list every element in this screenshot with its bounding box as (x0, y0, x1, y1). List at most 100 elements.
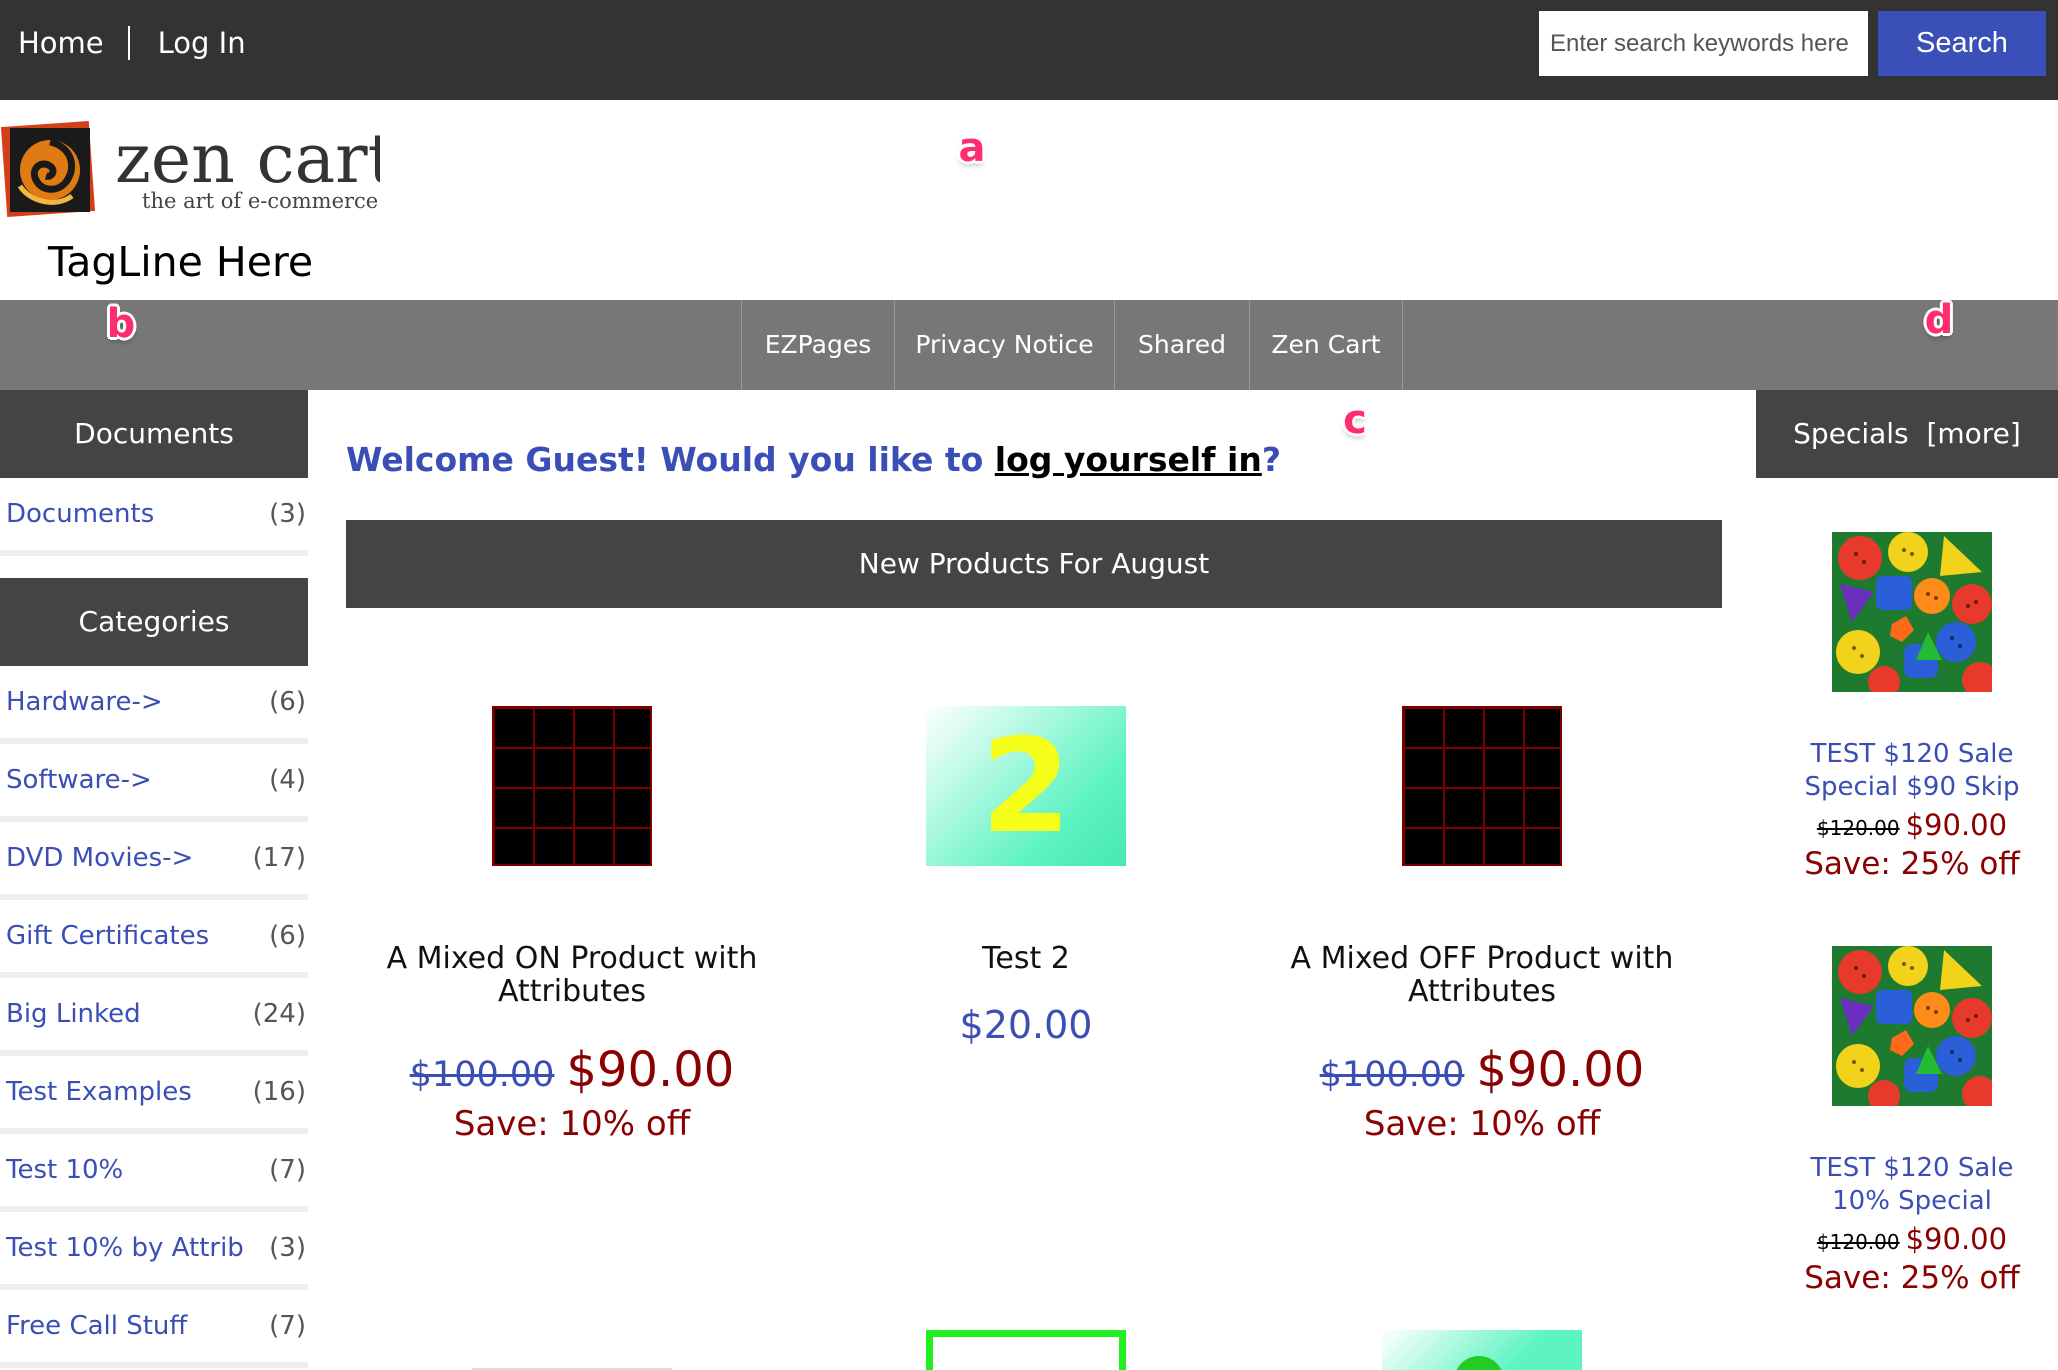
sidebar-item-free-call-stuff[interactable]: Free Call Stuff (7) (0, 1290, 308, 1368)
product-card-test-2: Test 2 $20.00 (806, 942, 1246, 1047)
product-savings: Save: 10% off (453, 1104, 691, 1144)
sidebar-item-software[interactable]: Software-> (4) (0, 744, 308, 822)
product-savings: Save: 10% off (1363, 1104, 1601, 1144)
nav-divider (127, 26, 130, 60)
product-price: $20.00 (959, 1003, 1093, 1047)
sidebar-item-test-10-by-attrib[interactable]: Test 10% by Attrib (3) (0, 1212, 308, 1290)
product-name[interactable]: Test 2 (806, 942, 1246, 975)
product-image-digit: 2 (980, 710, 1072, 862)
product-sale-price: $90.00 (1476, 1042, 1645, 1098)
welcome-message: Welcome Guest! Would you like to log you… (346, 440, 1281, 479)
special-name-line2[interactable]: 10% Special (1756, 1185, 2058, 1218)
sidebar-item-count: (3) (269, 1233, 306, 1263)
product-name-line1[interactable]: A Mixed ON Product with (352, 942, 792, 975)
sidebar-item-gift-certificates[interactable]: Gift Certificates (6) (0, 900, 308, 978)
login-prompt-link[interactable]: log yourself in (995, 440, 1262, 479)
login-link[interactable]: Log In (158, 26, 246, 60)
special-item-2: TEST $120 Sale 10% Special $120.00 $90.00… (1756, 1152, 2058, 1296)
product-name[interactable]: A Mixed ON Product with Attributes (352, 942, 792, 1008)
logo-subtext: the art of e-commerce (142, 189, 378, 213)
special-old-price: $120.00 (1816, 816, 1900, 840)
navbar-item-ezpages[interactable]: EZPages (741, 300, 894, 390)
sidebar-item-count: (7) (269, 1155, 306, 1185)
product-price: $100.00 $90.00 (1262, 1042, 1702, 1098)
sidebar-item-test-examples[interactable]: Test Examples (16) (0, 1056, 308, 1134)
special-name-line1[interactable]: TEST $120 Sale (1756, 738, 2058, 771)
home-link[interactable]: Home (18, 26, 104, 60)
sidebar-item-count: (24) (252, 999, 306, 1029)
top-nav: Home Log In (18, 26, 246, 60)
sidebar-item-label[interactable]: Software-> (6, 765, 152, 795)
sidebar-item-test-10[interactable]: Test 10% (7) (0, 1134, 308, 1212)
specials-more-link[interactable]: [more] (1926, 417, 2020, 450)
product-image-partial[interactable] (1382, 1330, 1582, 1370)
sidebar-item-label[interactable]: Free Call Stuff (6, 1311, 187, 1341)
specials-box-heading: Specials [more] (1756, 390, 2058, 478)
sidebar-item-count: (17) (252, 843, 306, 873)
logo-text: zen cart (115, 120, 380, 199)
top-bar: Home Log In Search (0, 0, 2058, 100)
ezpages-navbar: EZPages Privacy Notice Shared Zen Cart (0, 300, 2058, 390)
sidebar-item-count: (3) (269, 499, 306, 529)
special-sale-price: $90.00 (1905, 808, 2008, 842)
special-old-price: $120.00 (1816, 1230, 1900, 1254)
special-price: $120.00 $90.00 (1756, 808, 2058, 842)
sidebar-item-count: (16) (252, 1077, 306, 1107)
sidebar-item-label[interactable]: Big Linked (6, 999, 141, 1029)
sidebar-item-hardware[interactable]: Hardware-> (6) (0, 666, 308, 744)
special-savings: Save: 25% off (1804, 846, 2020, 882)
product-price: $100.00 $90.00 (352, 1042, 792, 1098)
product-name-line2[interactable]: Attributes (1262, 975, 1702, 1008)
sidebar-item-label[interactable]: Test 10% (6, 1155, 123, 1185)
categories-box-heading: Categories (0, 578, 308, 666)
special-name[interactable]: TEST $120 Sale Special $90 Skip (1756, 738, 2058, 804)
special-sale-price: $90.00 (1905, 1222, 2008, 1256)
sidebar-item-documents[interactable]: Documents (3) (0, 478, 308, 556)
special-name-line2[interactable]: Special $90 Skip (1756, 771, 2058, 804)
product-image-mixed-off[interactable] (1402, 706, 1562, 866)
search-button[interactable]: Search (1878, 11, 2046, 76)
buttons-picture (1832, 946, 1992, 1106)
welcome-text: Welcome Guest! Would you like to (346, 440, 995, 479)
special-image-buttons[interactable] (1832, 946, 1992, 1106)
tagline: TagLine Here (48, 238, 314, 286)
product-name-line2[interactable]: Attributes (352, 975, 792, 1008)
sidebar-item-label[interactable]: Test 10% by Attrib (6, 1233, 244, 1263)
sidebar-item-count: (7) (269, 1311, 306, 1341)
sidebar-item-big-linked[interactable]: Big Linked (24) (0, 978, 308, 1056)
product-image-partial[interactable] (926, 1330, 1126, 1370)
sidebar-item-count: (6) (269, 921, 306, 951)
annotation-marker-c: c (1343, 397, 1367, 443)
special-name[interactable]: TEST $120 Sale 10% Special (1756, 1152, 2058, 1218)
product-image-test-2[interactable]: 2 (926, 706, 1126, 866)
sidebar-item-dvd-movies[interactable]: DVD Movies-> (17) (0, 822, 308, 900)
documents-box-heading: Documents (0, 390, 308, 478)
sidebar-item-label[interactable]: Documents (6, 499, 154, 529)
sidebar-item-label[interactable]: DVD Movies-> (6, 843, 193, 873)
navbar-item-zen-cart[interactable]: Zen Cart (1249, 300, 1403, 390)
specials-title: Specials (1793, 417, 1909, 450)
product-image-digit-shape (1454, 1356, 1504, 1370)
special-image-buttons[interactable] (1832, 532, 1992, 692)
zen-cart-logo[interactable]: zen cart the art of e-commerce (0, 116, 395, 220)
special-name-line1[interactable]: TEST $120 Sale (1756, 1152, 2058, 1185)
buttons-picture (1832, 532, 1992, 692)
sidebar-item-label[interactable]: Gift Certificates (6, 921, 209, 951)
sidebar-item-label[interactable]: Hardware-> (6, 687, 163, 717)
product-old-price: $100.00 (1319, 1055, 1465, 1095)
sidebar-item-count: (4) (269, 765, 306, 795)
special-price: $120.00 $90.00 (1756, 1222, 2058, 1256)
product-image-mixed-on[interactable] (492, 706, 652, 866)
sidebar-item-label[interactable]: Test Examples (6, 1077, 192, 1107)
product-name[interactable]: A Mixed OFF Product with Attributes (1262, 942, 1702, 1008)
navbar-item-privacy-notice[interactable]: Privacy Notice (894, 300, 1114, 390)
product-name-line1[interactable]: A Mixed OFF Product with (1262, 942, 1702, 975)
special-savings: Save: 25% off (1804, 1260, 2020, 1296)
product-card-mixed-off: A Mixed OFF Product with Attributes $100… (1262, 942, 1702, 1144)
annotation-marker-a: a (958, 125, 986, 171)
navbar-item-shared[interactable]: Shared (1114, 300, 1249, 390)
product-old-price: $100.00 (409, 1055, 555, 1095)
annotation-marker-d-overlay: d (1924, 297, 1954, 343)
special-item-1: TEST $120 Sale Special $90 Skip $120.00 $… (1756, 738, 2058, 882)
search-input[interactable] (1539, 11, 1868, 76)
